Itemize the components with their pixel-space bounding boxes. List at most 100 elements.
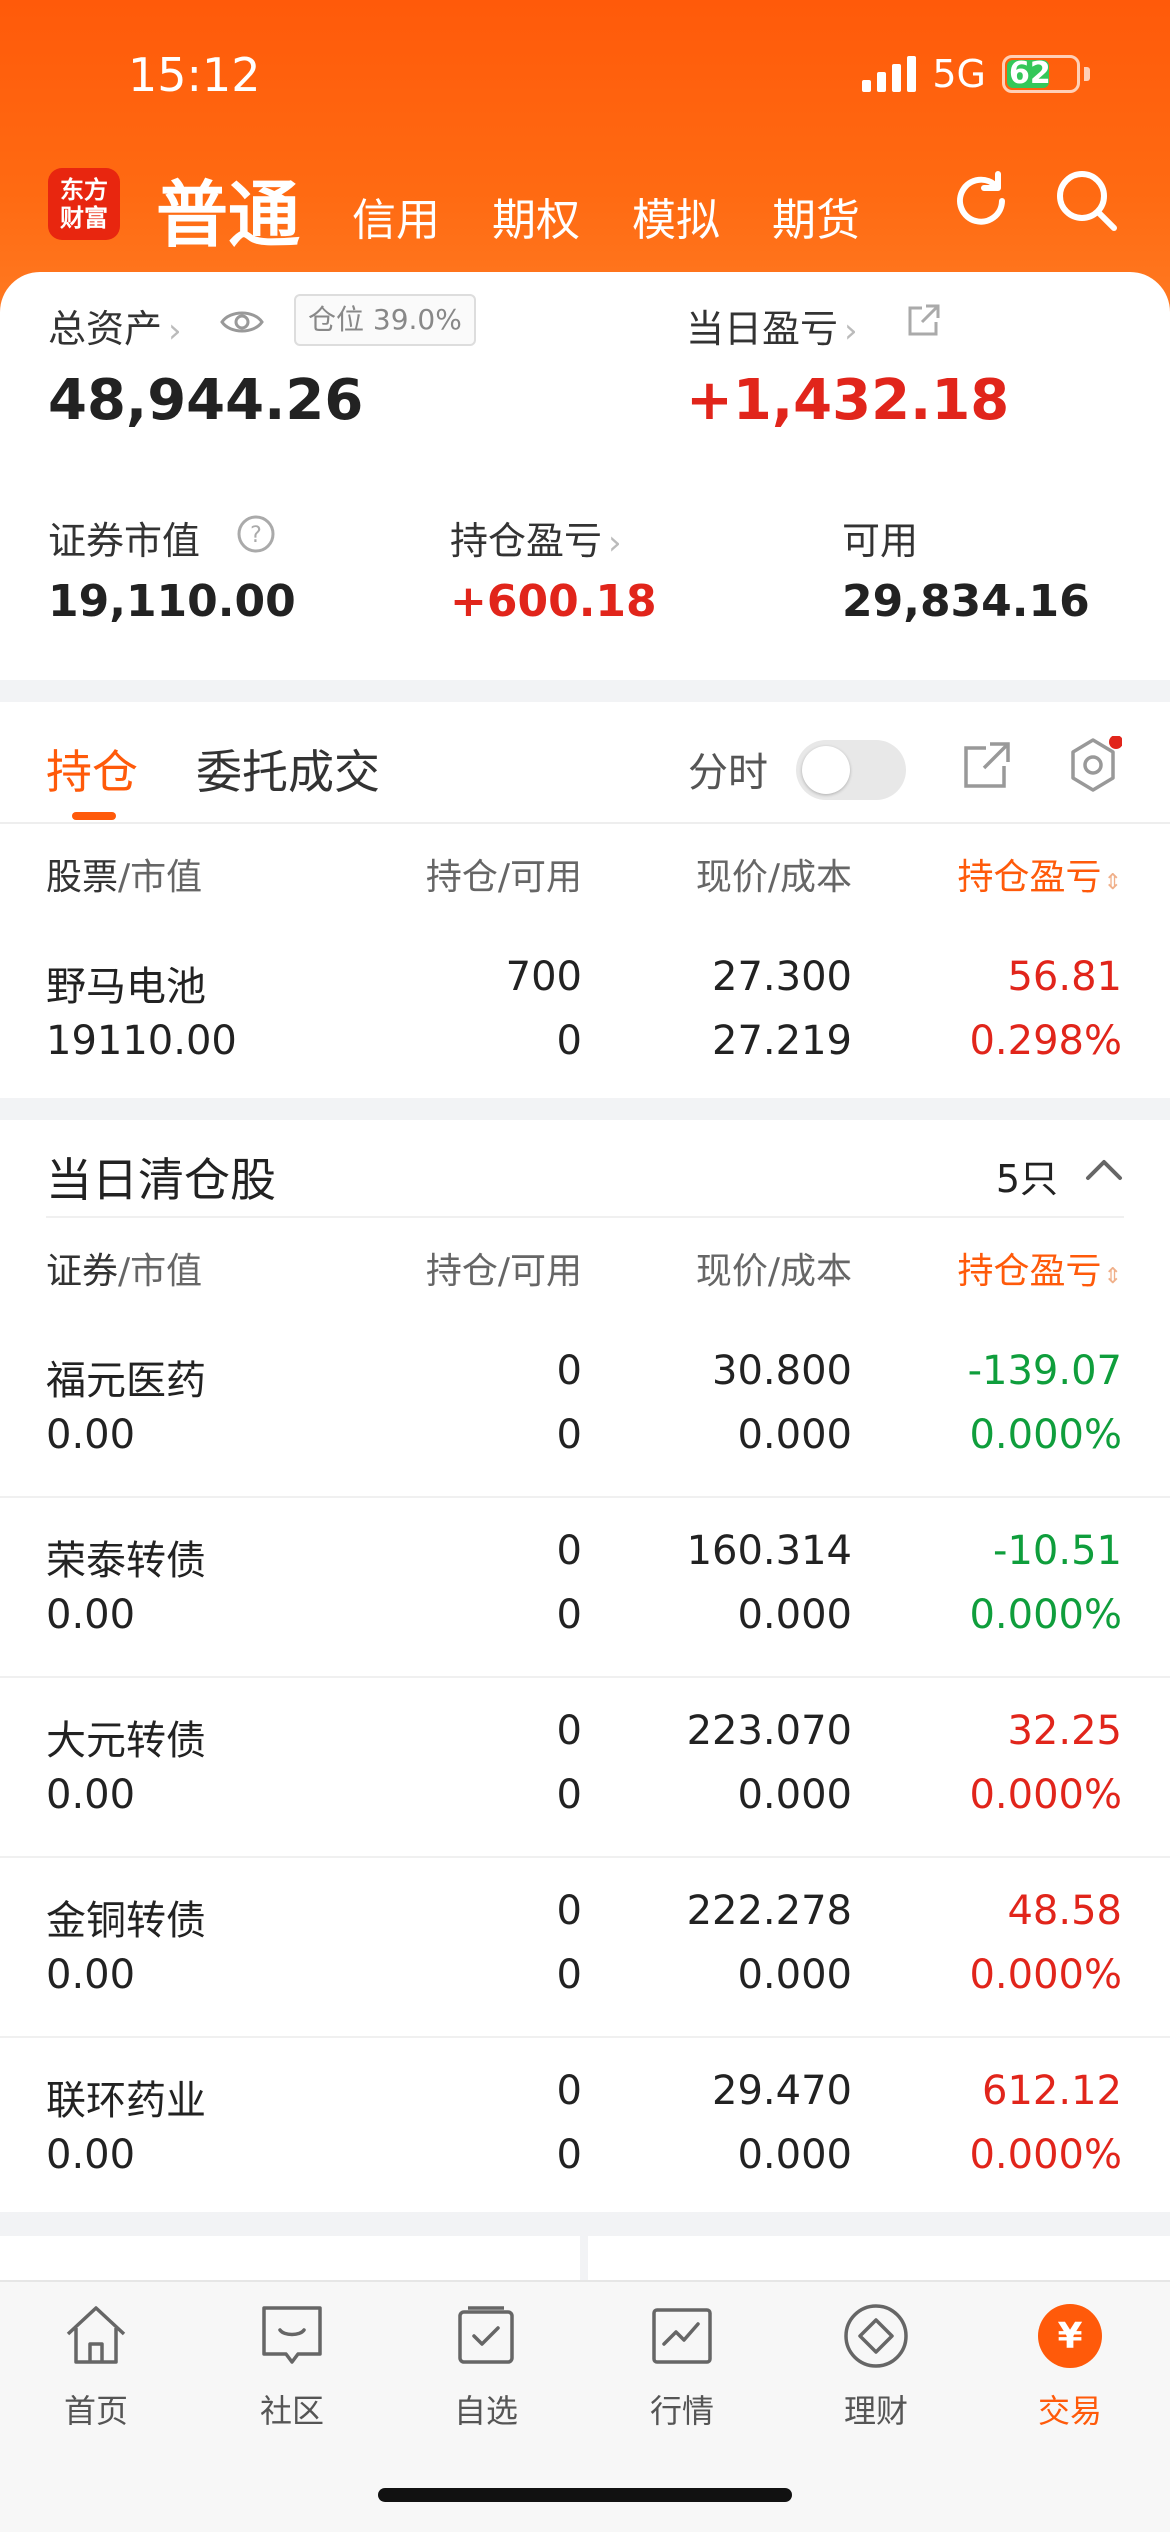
nav-trade[interactable]: ¥ 交易 — [990, 2298, 1150, 2432]
market-value: 19110.00 — [46, 1018, 237, 1064]
col-holding-pl[interactable]: 持仓盈亏⇕ — [958, 848, 1122, 900]
current-price: 222.278 — [686, 1888, 852, 1934]
cost-price: 0.000 — [737, 1412, 852, 1458]
mode-tab-credit[interactable]: 信用 — [352, 184, 440, 248]
mode-tabs: 信用 期权 模拟 期货 — [352, 184, 860, 248]
position-qty: 700 — [505, 954, 582, 1000]
cost-price: 0.000 — [737, 1952, 852, 1998]
securities-value: 19,110.00 — [48, 576, 296, 627]
holding-pl-value: +600.18 — [450, 576, 657, 627]
col-holding-pl[interactable]: 持仓盈亏⇕ — [958, 1242, 1122, 1294]
mode-tab-normal[interactable]: 普通 — [156, 156, 300, 261]
network-label: 5G — [932, 52, 986, 96]
battery-icon: 62 — [1002, 55, 1080, 93]
stock-name: 福元医药 — [46, 1358, 206, 1404]
holding-pl: 612.12 — [982, 2068, 1122, 2114]
daily-pl-label[interactable]: 当日盈亏 › — [686, 298, 858, 353]
mode-tab-futures[interactable]: 期货 — [772, 184, 860, 248]
signal-icon — [862, 56, 917, 92]
help-icon[interactable]: ? — [236, 514, 276, 554]
current-price: 160.314 — [686, 1528, 852, 1574]
holding-pl-pct: 0.298% — [969, 1018, 1122, 1064]
position-ratio-badge: 仓位 39.0% — [294, 294, 476, 346]
chevron-up-icon[interactable] — [1084, 1154, 1124, 1184]
available-qty: 0 — [556, 1412, 582, 1458]
cleared-count: 5只 — [995, 1157, 1058, 1201]
total-assets-value: 48,944.26 — [48, 368, 364, 433]
total-assets-label[interactable]: 总资产 › — [48, 298, 182, 353]
cleared-title: 当日清仓股 — [46, 1153, 276, 1207]
holding-pl-pct: 0.000% — [969, 1772, 1122, 1818]
holdings-section: 持仓 委托成交 分时 股票/市值 持仓/可用 现价/成本 持仓盈亏⇕ 野马电池 … — [0, 702, 1170, 1098]
assets-card: 总资产 › 仓位 39.0% 48,944.26 当日盈亏 › +1,432.18 … — [0, 272, 1170, 680]
tab-holdings[interactable]: 持仓 — [46, 736, 138, 802]
cost-price: 0.000 — [737, 1592, 852, 1638]
position-qty: 0 — [556, 2068, 582, 2114]
stock-name: 金铜转债 — [46, 1898, 206, 1944]
available-qty: 0 — [556, 1772, 582, 1818]
col-position: 持仓/可用 — [425, 1251, 582, 1292]
wealth-icon — [844, 2304, 908, 2368]
sort-icon: ⇕ — [1103, 870, 1122, 895]
mode-tab-simulation[interactable]: 模拟 — [632, 184, 720, 248]
refresh-icon[interactable] — [946, 166, 1016, 236]
holding-pl: 56.81 — [1007, 954, 1122, 1000]
nav-home[interactable]: 首页 — [16, 2298, 176, 2432]
holding-pl: 48.58 — [1007, 1888, 1122, 1934]
market-value: 0.00 — [46, 1952, 136, 1998]
current-price: 30.800 — [712, 1348, 852, 1394]
cost-price: 0.000 — [737, 2132, 852, 2178]
available-label: 可用 — [842, 519, 919, 563]
export-icon[interactable] — [960, 738, 1014, 792]
tab-orders[interactable]: 委托成交 — [196, 736, 380, 802]
watchlist-icon — [458, 2306, 514, 2364]
col-security: 证券/市值 — [46, 1251, 203, 1292]
available-qty: 0 — [556, 2132, 582, 2178]
active-tab-indicator — [72, 812, 116, 820]
svg-text:?: ? — [250, 523, 262, 548]
market-value: 0.00 — [46, 2132, 136, 2178]
time-share-toggle[interactable] — [796, 740, 906, 800]
eye-icon[interactable] — [218, 302, 266, 342]
nav-market[interactable]: 行情 — [602, 2298, 762, 2432]
market-value: 0.00 — [46, 1592, 136, 1638]
nav-wealth[interactable]: 理财 — [796, 2298, 956, 2432]
holding-pl-pct: 0.000% — [969, 1412, 1122, 1458]
holding-pl-label[interactable]: 持仓盈亏 › — [450, 510, 622, 565]
trade-icon: ¥ — [1038, 2304, 1102, 2368]
available-value: 29,834.16 — [842, 576, 1090, 627]
holding-pl-pct: 0.000% — [969, 1952, 1122, 1998]
securities-value-label: 证券市值 — [48, 519, 201, 563]
market-value: 0.00 — [46, 1772, 136, 1818]
position-qty: 0 — [556, 1888, 582, 1934]
holding-pl: -10.51 — [993, 1528, 1122, 1574]
nav-watchlist[interactable]: 自选 — [406, 2298, 566, 2432]
svg-text:¥: ¥ — [1057, 2316, 1082, 2357]
share-icon[interactable] — [906, 302, 942, 338]
current-price: 27.300 — [712, 954, 852, 1000]
col-position: 持仓/可用 — [425, 857, 582, 898]
home-icon — [66, 2306, 126, 2364]
holdings-tabs: 持仓 委托成交 分时 — [0, 702, 1170, 824]
stock-name: 联环药业 — [46, 2078, 206, 2124]
settings-icon[interactable] — [1064, 736, 1122, 794]
holding-pl: -139.07 — [967, 1348, 1122, 1394]
stock-name: 野马电池 — [46, 964, 206, 1010]
holding-pl-pct: 0.000% — [969, 2132, 1122, 2178]
cleared-section: 当日清仓股 5只 证券/市值 持仓/可用 现价/成本 持仓盈亏⇕ 福元医药 0.… — [0, 1120, 1170, 2212]
market-icon — [652, 2308, 712, 2364]
mode-tab-options[interactable]: 期权 — [492, 184, 580, 248]
position-qty: 0 — [556, 1528, 582, 1574]
available-qty: 0 — [556, 1952, 582, 1998]
current-price: 223.070 — [686, 1708, 852, 1754]
cost-price: 0.000 — [737, 1772, 852, 1818]
stock-name: 大元转债 — [46, 1718, 206, 1764]
available-qty: 0 — [556, 1018, 582, 1064]
col-stock: 股票/市值 — [46, 857, 203, 898]
nav-community[interactable]: 社区 — [212, 2298, 372, 2432]
holding-pl-pct: 0.000% — [969, 1592, 1122, 1638]
available-qty: 0 — [556, 1592, 582, 1638]
position-qty: 0 — [556, 1708, 582, 1754]
search-icon[interactable] — [1052, 166, 1122, 236]
status-time: 15:12 — [128, 48, 261, 102]
